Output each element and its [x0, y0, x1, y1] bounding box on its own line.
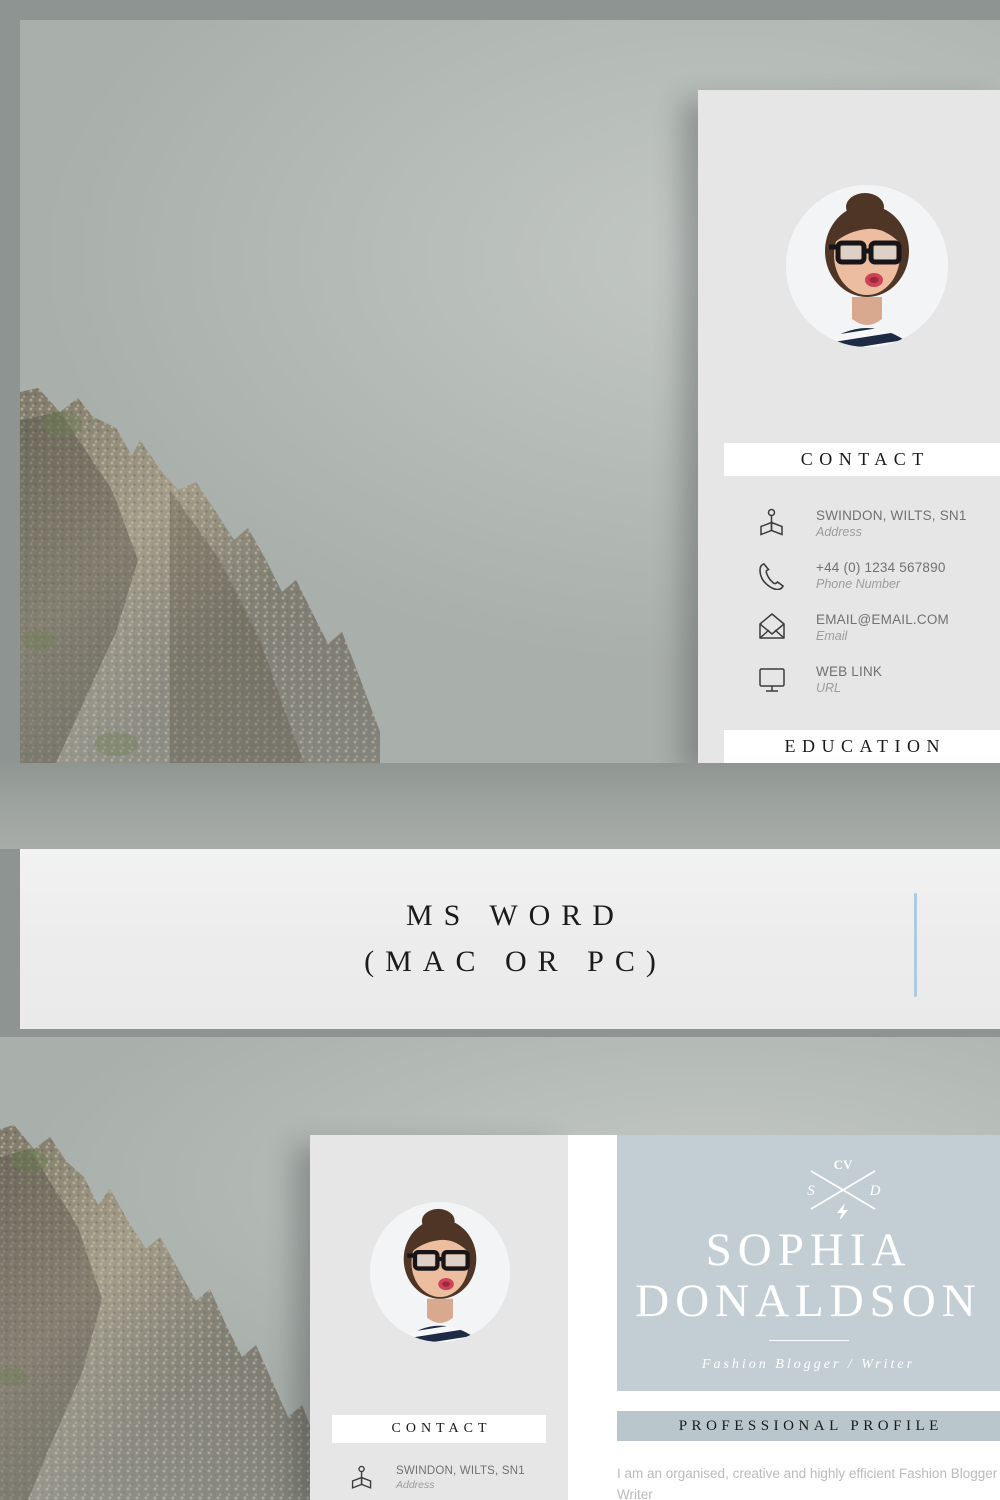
contact-row[interactable]: SWINDON, WILTS, SN1 Address	[350, 1465, 525, 1496]
envelope-icon	[758, 612, 786, 647]
blue-accent-line	[914, 893, 917, 997]
contact-section-header: CONTACT	[332, 1415, 546, 1443]
svg-text:D: D	[869, 1183, 881, 1199]
cliff-photo	[20, 20, 380, 763]
contact-row[interactable]: +44 (0) 1234 567890 Phone Number	[758, 560, 946, 595]
contact-value: WEB LINK	[816, 664, 883, 679]
first-name: SOPHIA	[705, 1224, 912, 1276]
bottom-left-panel: CONTACT SWINDON, WILTS, SN1 Address	[310, 1135, 568, 1500]
avatar	[786, 185, 948, 347]
profile-body-text: I am an organised, creative and highly e…	[617, 1466, 1000, 1500]
ms-word-banner: MS WORD (MAC OR PC)	[20, 849, 1000, 1029]
top-resume-card: CONTACT SWINDON, WILTS, SN1 Address +44 …	[698, 90, 1000, 763]
contact-label: Address	[816, 525, 862, 539]
contact-value: SWINDON, WILTS, SN1	[816, 508, 967, 523]
top-photo-backdrop: CONTACT SWINDON, WILTS, SN1 Address +44 …	[20, 20, 1000, 763]
contact-row[interactable]: EMAIL@EMAIL.COM Email	[758, 612, 949, 647]
contact-label: Address	[396, 1479, 435, 1491]
name-header-panel: CV S D SOPHIA DONALDSON Fashion Blogger …	[617, 1135, 1000, 1391]
contact-value: EMAIL@EMAIL.COM	[816, 612, 949, 627]
education-section-header: EDUCATION	[724, 730, 1000, 763]
mid-grey-band	[0, 763, 1000, 849]
last-name: DONALDSON	[635, 1275, 982, 1327]
bottom-photo-backdrop: CONTACT SWINDON, WILTS, SN1 Address CV S…	[0, 1037, 1000, 1500]
contact-row[interactable]: WEB LINK URL	[758, 664, 882, 699]
contact-value: +44 (0) 1234 567890	[816, 560, 946, 575]
contact-section-header: CONTACT	[724, 443, 1000, 476]
contact-value: SWINDON, WILTS, SN1	[396, 1465, 525, 1477]
svg-text:CV: CV	[834, 1157, 853, 1172]
banner-line-1: MS WORD	[406, 899, 625, 932]
banner-text-block: MS WORD (MAC OR PC)	[20, 893, 1000, 984]
cliff-photo	[0, 1037, 330, 1500]
professional-profile-label: PROFESSIONAL PROFILE	[678, 1417, 943, 1434]
education-heading-label: EDUCATION	[784, 736, 946, 756]
phone-icon	[758, 560, 786, 595]
banner-line-2: (MAC OR PC)	[364, 944, 667, 978]
job-title: Fashion Blogger / Writer	[701, 1357, 916, 1372]
contact-label: URL	[816, 681, 842, 695]
contact-row[interactable]: SWINDON, WILTS, SN1 Address	[758, 508, 967, 543]
monitor-icon	[758, 664, 786, 699]
contact-heading-label: CONTACT	[391, 1421, 492, 1436]
screenshot-stage: CONTACT SWINDON, WILTS, SN1 Address +44 …	[0, 0, 1000, 1500]
contact-label: Email	[816, 629, 848, 643]
map-pin-icon	[350, 1465, 374, 1496]
map-pin-icon	[758, 508, 786, 543]
avatar	[370, 1202, 510, 1342]
contact-label: Phone Number	[816, 577, 901, 591]
professional-profile-header: PROFESSIONAL PROFILE	[617, 1411, 1000, 1441]
contact-heading-label: CONTACT	[800, 449, 930, 469]
monogram-emblem: CV S D	[801, 1153, 885, 1221]
svg-text:S: S	[807, 1183, 815, 1199]
name-divider	[769, 1340, 849, 1341]
